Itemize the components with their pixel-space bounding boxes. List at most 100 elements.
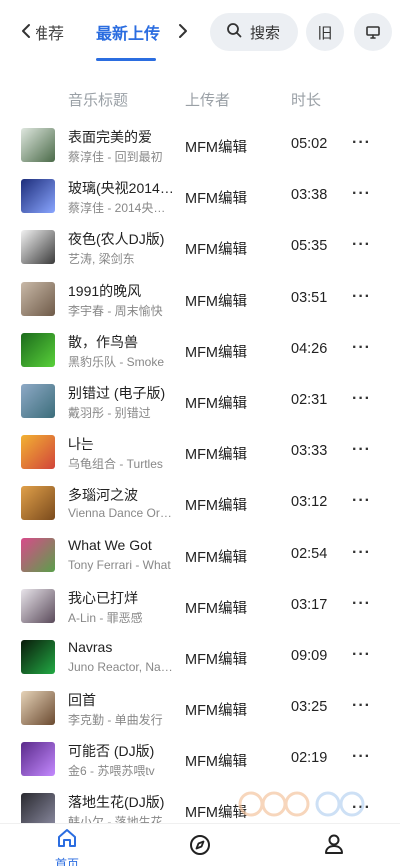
bottom-nav: 首页: [0, 823, 400, 866]
song-duration: 02:19: [291, 750, 328, 767]
song-list: 表面完美的爱 蔡淳佳 - 回到最初 MFM编辑 05:02 ··· 玻璃(央视2…: [0, 120, 400, 837]
song-title: 夜色(农人DJ版): [68, 231, 165, 248]
album-cover[interactable]: [21, 179, 55, 214]
song-title: 表面完美的爱: [68, 129, 152, 145]
more-icon[interactable]: ···: [352, 799, 371, 817]
chevron-left-icon[interactable]: [14, 18, 38, 44]
album-cover[interactable]: [21, 383, 55, 418]
song-duration: 03:33: [291, 443, 328, 460]
nav-home[interactable]: 首页: [46, 828, 88, 866]
song-uploader: MFM编辑: [185, 754, 248, 771]
song-uploader: MFM编辑: [185, 703, 248, 720]
album-cover[interactable]: [21, 537, 55, 572]
search-button[interactable]: 搜索: [210, 13, 298, 51]
more-icon[interactable]: ···: [352, 288, 371, 306]
more-icon[interactable]: ···: [352, 646, 371, 664]
song-row[interactable]: 表面完美的爱 蔡淳佳 - 回到最初 MFM编辑 05:02 ···: [0, 120, 400, 171]
home-icon: [56, 828, 78, 853]
song-uploader: MFM编辑: [185, 651, 248, 668]
search-label: 搜索: [250, 24, 281, 42]
song-duration: 02:31: [291, 391, 328, 408]
album-cover[interactable]: [21, 639, 55, 674]
song-uploader: MFM编辑: [185, 242, 248, 259]
song-row[interactable]: 1991的晚风 李宇春 - 周末愉快 MFM编辑 03:51 ···: [0, 274, 400, 325]
song-row[interactable]: 别错过 (电子版) 戴羽彤 - 别错过 MFM编辑 02:31 ···: [0, 376, 400, 427]
album-cover[interactable]: [21, 691, 55, 726]
song-row[interactable]: 散，作鸟兽 黑豹乐队 - Smoke MFM编辑 04:26 ···: [0, 325, 400, 376]
song-artist: 戴羽彤 - 别错过: [68, 405, 151, 420]
album-cover[interactable]: [21, 332, 55, 367]
compass-icon[interactable]: [189, 834, 211, 861]
profile-icon[interactable]: [323, 833, 345, 860]
song-uploader: MFM编辑: [185, 549, 248, 566]
song-duration: 03:25: [291, 699, 328, 716]
song-title: 可能否 (DJ版): [68, 743, 155, 760]
screen-icon[interactable]: [354, 13, 392, 51]
song-artist: 金6 - 苏喂苏喂tv: [68, 764, 155, 779]
more-icon[interactable]: ···: [352, 134, 371, 152]
song-uploader: MFM编辑: [185, 140, 248, 156]
chevron-right-icon[interactable]: [172, 18, 194, 44]
song-duration: 05:02: [291, 136, 328, 152]
song-row[interactable]: 夜色(农人DJ版) 艺涛, 梁剑东 MFM编辑 05:35 ···: [0, 222, 400, 273]
song-title: 别错过 (电子版): [68, 384, 166, 401]
song-uploader: MFM编辑: [185, 344, 248, 361]
song-row[interactable]: What We Got Tony Ferrari - What MFM编辑 02…: [0, 530, 400, 581]
tab-recommended[interactable]: 推荐: [36, 20, 64, 44]
song-row[interactable]: 多瑙河之波 Vienna Dance Orchestra MFM编辑 03:12…: [0, 478, 400, 529]
song-uploader: MFM编辑: [185, 600, 248, 617]
song-artist: 蔡淳佳 - 回到最初: [68, 150, 163, 164]
song-row[interactable]: 나는 乌龟组合 - Turtles MFM编辑 03:33 ···: [0, 427, 400, 478]
column-header-title: 音乐标题: [68, 92, 129, 109]
song-duration: 03:17: [291, 596, 328, 613]
more-icon[interactable]: ···: [352, 492, 371, 510]
song-artist: 蔡淳佳 - 2014央视春晚: [68, 201, 176, 216]
song-title: 散，作鸟兽: [68, 333, 138, 350]
song-title: 玻璃(央视2014春晚): [68, 180, 176, 197]
song-title: What We Got: [68, 536, 152, 553]
tab-latest-upload[interactable]: 最新上传: [96, 20, 160, 44]
song-title: Navras: [68, 638, 113, 655]
more-icon[interactable]: ···: [352, 697, 371, 715]
song-row[interactable]: Navras Juno Reactor, Navras MFM编辑 09:09 …: [0, 632, 400, 683]
song-artist: 李克勤 - 单曲发行: [68, 713, 163, 728]
song-duration: 05:35: [291, 238, 328, 255]
column-header-uploader: 上传者: [185, 92, 231, 109]
song-duration: 09:09: [291, 647, 328, 664]
album-cover[interactable]: [21, 742, 55, 777]
song-uploader: MFM编辑: [185, 805, 248, 822]
song-row[interactable]: 玻璃(央视2014春晚) 蔡淳佳 - 2014央视春晚 MFM编辑 03:38 …: [0, 171, 400, 222]
search-icon: [226, 22, 242, 43]
album-cover[interactable]: [21, 230, 55, 265]
song-uploader: MFM编辑: [185, 293, 248, 310]
more-icon[interactable]: ···: [352, 748, 371, 766]
album-cover[interactable]: [21, 435, 55, 470]
song-uploader: MFM编辑: [185, 191, 248, 208]
song-duration: 03:12: [291, 494, 328, 511]
song-row[interactable]: 回首 李克勤 - 单曲发行 MFM编辑 03:25 ···: [0, 683, 400, 734]
album-cover[interactable]: [21, 588, 55, 623]
song-artist: 黑豹乐队 - Smoke: [68, 354, 165, 369]
more-icon[interactable]: ···: [352, 390, 371, 408]
album-cover[interactable]: [21, 486, 55, 521]
song-title: 落地生花(DJ版): [68, 794, 165, 811]
more-icon[interactable]: ···: [352, 339, 371, 357]
more-icon[interactable]: ···: [352, 236, 371, 254]
album-cover[interactable]: [21, 281, 55, 316]
song-title: 多瑙河之波: [68, 487, 138, 504]
song-uploader: MFM编辑: [185, 395, 248, 412]
song-duration: 03:51: [291, 289, 328, 306]
song-row[interactable]: 可能否 (DJ版) 金6 - 苏喂苏喂tv MFM编辑 02:19 ···: [0, 734, 400, 785]
column-header-duration: 时长: [291, 92, 322, 109]
old-version-button[interactable]: 旧: [306, 13, 344, 51]
more-icon[interactable]: ···: [352, 544, 371, 562]
song-duration: 02:54: [291, 545, 328, 562]
more-icon[interactable]: ···: [352, 441, 371, 459]
song-duration: 03:38: [291, 187, 328, 204]
song-row[interactable]: 我心已打烊 A-Lin - 罪恶感 MFM编辑 03:17 ···: [0, 581, 400, 632]
song-duration: 04:26: [291, 340, 328, 357]
more-icon[interactable]: ···: [352, 595, 371, 613]
more-icon[interactable]: ···: [352, 185, 371, 203]
album-cover[interactable]: [21, 128, 55, 162]
top-bar: 推荐 最新上传 搜索 旧: [0, 0, 400, 62]
